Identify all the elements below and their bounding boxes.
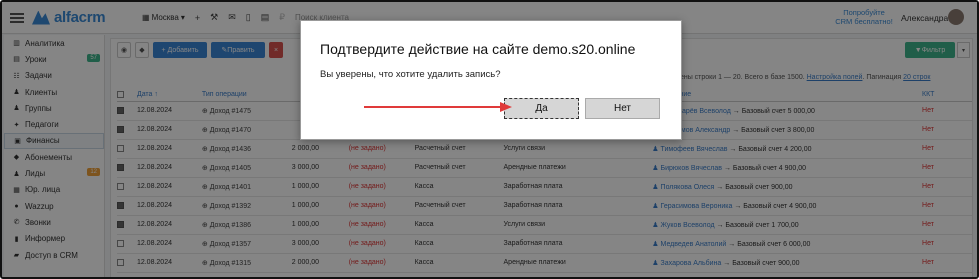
confirm-dialog: Подтвердите действие на сайте demo.s20.o… [300,20,682,140]
app-window: alfacrm ▦ Москва ▾ + ⚒ ✉ ▯ ▤ ₽ Поиск кли… [0,0,979,279]
dialog-title: Подтвердите действие на сайте demo.s20.o… [320,41,636,57]
confirm-yes-button[interactable]: Да [504,98,579,119]
confirm-no-button[interactable]: Нет [585,98,660,119]
dialog-message: Вы уверены, что хотите удалить запись? [320,69,501,80]
pointer-arrow-icon [364,102,512,112]
